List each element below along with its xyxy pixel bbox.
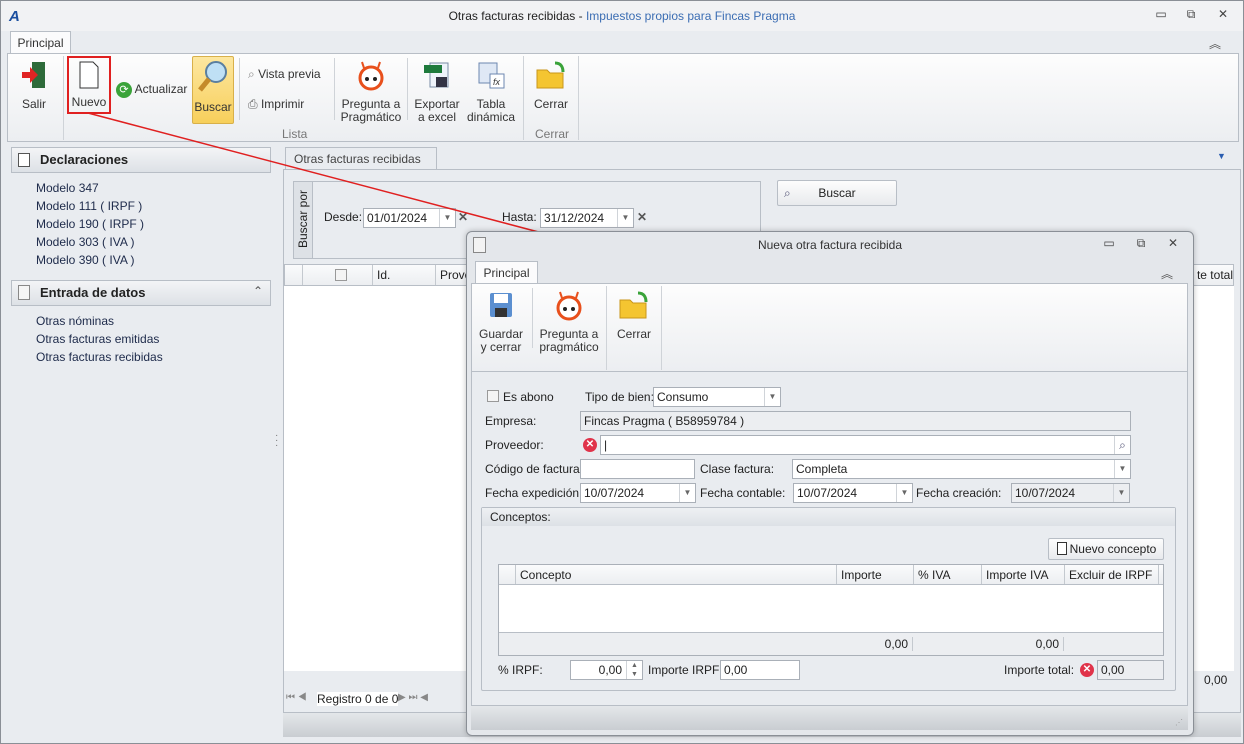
conceptos-grid-footer: 0,00 0,00	[499, 632, 1163, 655]
separator	[606, 286, 607, 370]
fecha-contable-input[interactable]: 10/07/2024 ▼	[793, 483, 913, 503]
tipo-bien-select[interactable]: Consumo ▼	[653, 387, 781, 407]
dialog-ribbon-collapse-icon[interactable]: ︽	[1161, 265, 1173, 282]
tipo-bien-value: Consumo	[657, 390, 709, 404]
clase-factura-label: Clase factura:	[700, 462, 775, 476]
dropdown-icon[interactable]: ▼	[679, 484, 695, 502]
resize-grip-icon[interactable]: ⋰	[1175, 718, 1183, 727]
dropdown-icon[interactable]: ▼	[1114, 460, 1130, 478]
dialog-pregunta-label-2: pragmático	[539, 340, 599, 354]
fecha-expedicion-value: 10/07/2024	[584, 486, 645, 500]
clase-factura-value: Completa	[796, 462, 848, 476]
dialog-title: Nueva otra factura recibida	[757, 238, 903, 252]
dialog-status-bar	[471, 706, 1188, 730]
codigo-label: Código de factura:	[485, 462, 584, 476]
folder-close-icon	[612, 288, 656, 322]
sum-importe: 0,00	[836, 637, 913, 651]
fecha-creacion-input: 10/07/2024 ▼	[1011, 483, 1130, 503]
guardar-cerrar-button[interactable]: Guardar y cerrar	[476, 288, 526, 354]
irpf-spinner[interactable]: 0,00 ▲ ▼	[570, 660, 643, 680]
conceptos-title: Conceptos:	[482, 508, 1175, 526]
error-icon: ✕	[583, 438, 597, 452]
es-abono-label: Es abono	[503, 390, 554, 404]
es-abono-checkbox[interactable]	[487, 390, 499, 402]
dialog-minimize-button[interactable]: ▭	[1099, 236, 1119, 254]
dialog-ribbon: Guardar y cerrar Pregunta a pragmático C…	[471, 283, 1188, 372]
pragmatico-robot-icon	[536, 288, 602, 322]
nuevo-concepto-button[interactable]: Nuevo concepto	[1048, 538, 1164, 560]
error-icon: ✕	[1080, 663, 1094, 677]
dropdown-icon[interactable]: ▼	[896, 484, 912, 502]
column-concepto[interactable]: Concepto	[515, 565, 836, 584]
save-disk-icon	[476, 288, 526, 322]
irpf-label: % IRPF:	[498, 663, 543, 677]
fecha-contable-value: 10/07/2024	[797, 486, 858, 500]
fecha-expedicion-label: Fecha expedición:	[485, 486, 583, 500]
proveedor-input[interactable]: | ⌕	[600, 435, 1131, 455]
guardar-label-2: y cerrar	[480, 340, 522, 354]
empresa-field: Fincas Pragma ( B58959784 )	[580, 411, 1131, 431]
importe-irpf-input[interactable]: 0,00	[720, 660, 800, 680]
irpf-value: 0,00	[598, 663, 622, 677]
dropdown-icon[interactable]: ▼	[764, 388, 780, 406]
nuevo-concepto-label: Nuevo concepto	[1069, 542, 1157, 556]
dropdown-icon: ▼	[1113, 484, 1129, 502]
sum-importe-iva: 0,00	[981, 637, 1064, 651]
importe-total-field: 0,00	[1097, 660, 1164, 680]
search-icon[interactable]: ⌕	[1114, 436, 1130, 454]
dialog-restore-button[interactable]: ⧉	[1131, 236, 1151, 254]
dialog-cerrar-button[interactable]: Cerrar	[612, 288, 656, 341]
tipo-bien-label: Tipo de bien:	[585, 390, 654, 404]
separator	[661, 286, 662, 370]
codigo-input[interactable]	[580, 459, 695, 479]
column-importe-iva[interactable]: Importe IVA	[981, 565, 1064, 584]
new-invoice-dialog: Nueva otra factura recibida ▭ ⧉ ✕ Princi…	[466, 231, 1194, 736]
separator	[532, 288, 533, 348]
proveedor-label: Proveedor:	[485, 438, 544, 452]
conceptos-grid: Concepto Importe % IVA Importe IVA Exclu…	[498, 564, 1164, 656]
fecha-creacion-label: Fecha creación:	[916, 486, 1002, 500]
fecha-contable-label: Fecha contable:	[700, 486, 786, 500]
column-importe[interactable]: Importe	[836, 565, 913, 584]
importe-total-label: Importe total:	[1004, 663, 1075, 677]
dialog-cerrar-label: Cerrar	[616, 327, 651, 341]
fecha-creacion-value: 10/07/2024	[1015, 486, 1076, 500]
column-iva[interactable]: % IVA	[913, 565, 981, 584]
column-excluir-irpf[interactable]: Excluir de IRPF	[1064, 565, 1159, 584]
spinner-arrows-icon[interactable]: ▲ ▼	[626, 661, 642, 679]
dialog-close-button[interactable]: ✕	[1163, 236, 1183, 254]
importe-irpf-label: Importe IRPF:	[648, 663, 723, 677]
new-document-icon	[1057, 542, 1067, 555]
conceptos-grid-header: Concepto Importe % IVA Importe IVA Exclu…	[499, 565, 1163, 585]
fecha-expedicion-input[interactable]: 10/07/2024 ▼	[580, 483, 696, 503]
dialog-pregunta-button[interactable]: Pregunta a pragmático	[536, 288, 602, 354]
dialog-tab-principal[interactable]: Principal	[475, 261, 538, 284]
empresa-label: Empresa:	[485, 414, 537, 428]
clase-factura-select[interactable]: Completa ▼	[792, 459, 1131, 479]
